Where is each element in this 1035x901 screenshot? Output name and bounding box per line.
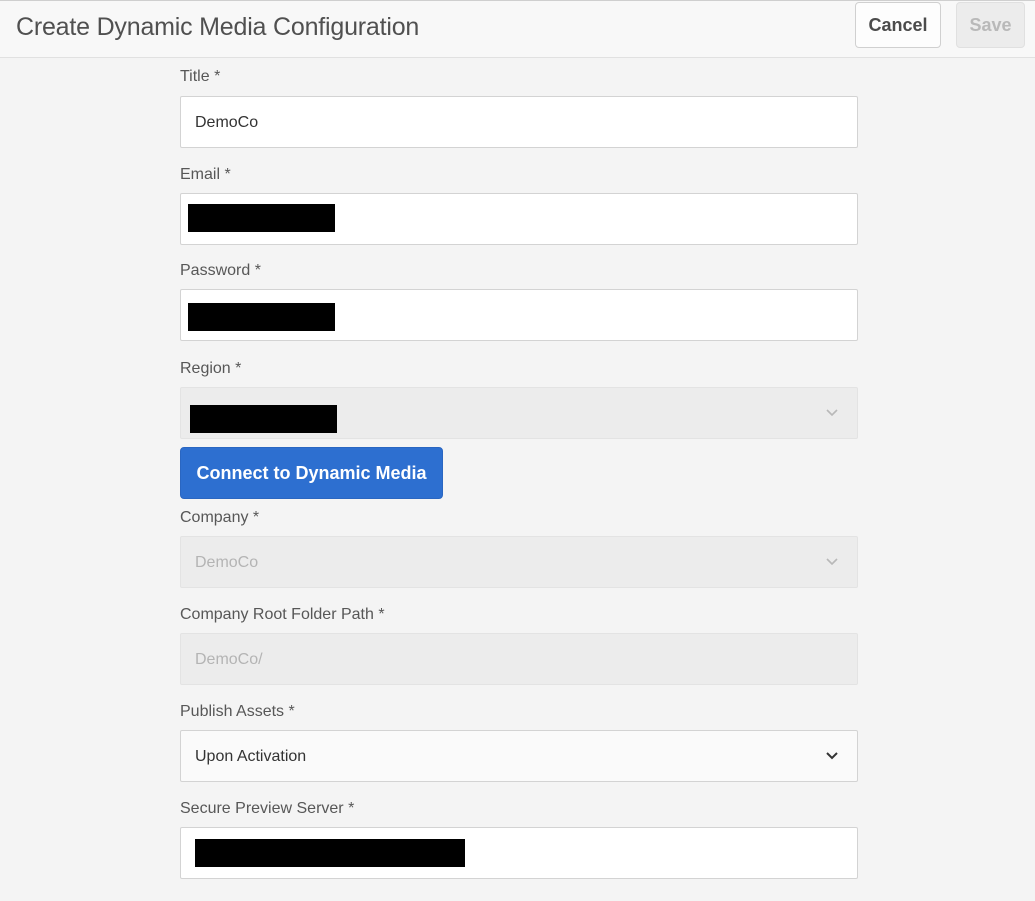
publish-assets-value: Upon Activation [195, 748, 307, 765]
company-select[interactable]: DemoCo [180, 536, 858, 588]
connect-to-dynamic-media-button[interactable]: Connect to Dynamic Media [180, 447, 443, 499]
preview-server-redaction [195, 839, 465, 867]
header-bar: Create Dynamic Media Configuration Cance… [0, 0, 1035, 58]
region-select[interactable] [180, 387, 858, 439]
root-folder-field[interactable]: DemoCo/ [180, 633, 858, 685]
title-label: Title * [180, 68, 221, 85]
password-field[interactable] [180, 289, 858, 341]
email-field[interactable] [180, 193, 858, 245]
page-title: Create Dynamic Media Configuration [16, 13, 420, 41]
title-field[interactable]: DemoCo [180, 96, 858, 148]
company-label: Company * [180, 509, 260, 526]
cancel-button[interactable]: Cancel [855, 2, 941, 48]
chevron-down-icon [826, 558, 838, 566]
preview-server-field[interactable] [180, 827, 858, 879]
save-button[interactable]: Save [956, 2, 1025, 48]
title-value: DemoCo [195, 114, 259, 131]
email-label: Email * [180, 166, 231, 183]
company-value: DemoCo [195, 554, 259, 571]
email-redaction [188, 204, 335, 232]
preview-server-label: Secure Preview Server * [180, 800, 355, 817]
root-folder-value: DemoCo/ [195, 651, 263, 668]
chevron-down-icon [826, 752, 838, 760]
publish-assets-select[interactable]: Upon Activation [180, 730, 858, 782]
root-folder-label: Company Root Folder Path * [180, 606, 385, 623]
password-redaction [188, 303, 335, 331]
region-redaction [190, 405, 337, 433]
chevron-down-icon [826, 409, 838, 417]
region-label: Region * [180, 360, 242, 377]
publish-assets-label: Publish Assets * [180, 703, 295, 720]
password-label: Password * [180, 262, 261, 279]
